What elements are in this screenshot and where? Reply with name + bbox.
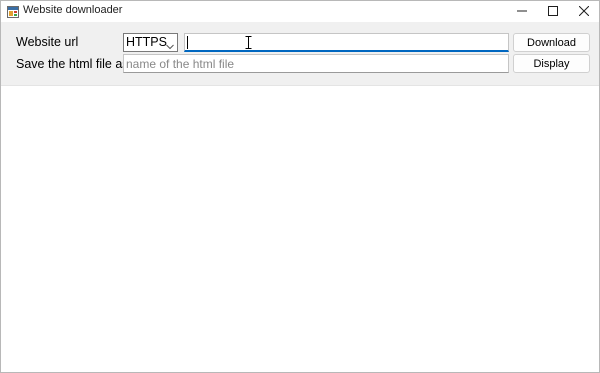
filename-placeholder: name of the html file: [126, 57, 235, 71]
chevron-down-icon: [166, 39, 174, 53]
filename-input[interactable]: name of the html file: [123, 54, 509, 73]
minimize-button[interactable]: [506, 1, 538, 21]
website-url-label: Website url: [16, 35, 79, 49]
form-panel: Website url HTTPS Download Save the html: [1, 22, 599, 86]
close-icon: [579, 6, 589, 16]
app-window-icon: [7, 5, 19, 18]
display-button[interactable]: Display: [513, 54, 590, 73]
url-input[interactable]: [184, 33, 509, 52]
maximize-button[interactable]: [537, 1, 569, 21]
text-caret: [187, 36, 188, 49]
download-button[interactable]: Download: [513, 33, 590, 52]
app-window: Website downloader Website url HTTPS Dow…: [0, 0, 600, 373]
protocol-select[interactable]: HTTPS: [123, 33, 178, 52]
text-cursor-icon: [245, 36, 252, 52]
minimize-icon: [517, 10, 527, 12]
close-button[interactable]: [568, 1, 600, 21]
protocol-select-value: HTTPS: [126, 35, 167, 49]
save-as-label: Save the html file as: [16, 57, 129, 71]
title-bar[interactable]: Website downloader: [1, 1, 599, 21]
maximize-icon: [548, 6, 558, 16]
window-title: Website downloader: [23, 4, 123, 16]
page-display-area: [1, 86, 599, 372]
